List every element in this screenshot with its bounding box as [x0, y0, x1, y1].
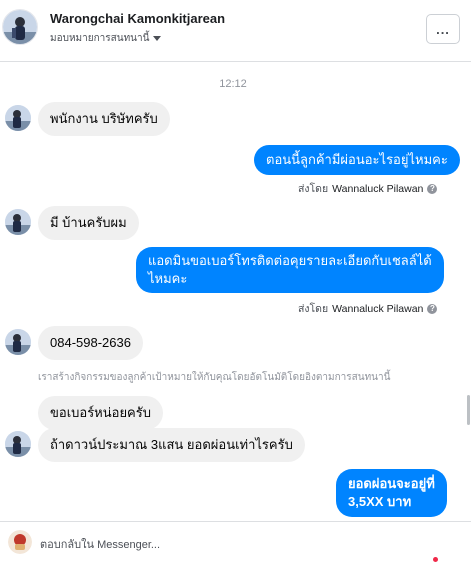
notification-dot — [433, 557, 438, 562]
message-line: ยอดผ่อนจะอยู่ที่ — [348, 476, 435, 491]
incoming-message[interactable]: ขอเบอร์หน่อยครับ — [38, 396, 163, 430]
incoming-message[interactable]: ถ้าดาวน์ประมาณ 3แสน ยอดผ่อนเท่าไรครับ — [38, 428, 305, 462]
caret-down-icon — [153, 36, 162, 41]
system-note: เราสร้างกิจกรรมของลูกค้าเป้าหมายให้กับคุ… — [38, 372, 391, 383]
outgoing-message[interactable]: ยอดผ่อนจะอยู่ที่ 3,5XX บาท — [336, 469, 447, 517]
sent-by-info: ส่งโดย Wannaluck Pilawan ? — [298, 180, 438, 197]
incoming-message[interactable]: 084-598-2636 — [38, 326, 143, 360]
contact-name[interactable]: Warongchai Kamonkitjarean — [50, 11, 225, 26]
assign-conversation-dropdown[interactable]: มอบหมายการสนทนานี้ — [50, 31, 162, 46]
scrollbar-track[interactable] — [466, 62, 471, 514]
message-line: ไหมคะ — [148, 271, 188, 286]
outgoing-message[interactable]: ตอนนี้ลูกค้ามีผ่อนอะไรอยู่ไหมคะ — [254, 145, 460, 175]
assign-label: มอบหมายการสนทนานี้ — [50, 33, 150, 44]
message-line: 3,5XX บาท — [348, 494, 412, 509]
more-options-button[interactable]: ... — [426, 14, 460, 44]
conversation-header: Warongchai Kamonkitjarean มอบหมายการสนทน… — [0, 0, 471, 62]
sent-by-label: ส่งโดย — [298, 303, 329, 315]
reply-composer: ตอบกลับใน Messenger... — [0, 521, 471, 562]
contact-avatar-small — [5, 105, 31, 131]
sent-by-label: ส่งโดย — [298, 183, 329, 195]
reply-input[interactable]: ตอบกลับใน Messenger... — [40, 535, 160, 553]
contact-avatar-small — [5, 329, 31, 355]
page-avatar — [8, 530, 32, 554]
outgoing-message[interactable]: แอดมินขอเบอร์โทรติดต่อคุยรายละเอียดกับเช… — [136, 247, 444, 293]
incoming-message[interactable]: มี บ้านครับผม — [38, 206, 139, 240]
help-icon[interactable]: ? — [427, 183, 438, 194]
message-line: แอดมินขอเบอร์โทรติดต่อคุยรายละเอียดกับเช… — [148, 253, 432, 268]
sent-by-info: ส่งโดย Wannaluck Pilawan ? — [298, 300, 438, 317]
contact-avatar-small — [5, 431, 31, 457]
sender-name: Wannaluck Pilawan — [332, 182, 424, 195]
incoming-message[interactable]: พนักงาน บริษัทครับ — [38, 102, 170, 136]
sender-name: Wannaluck Pilawan — [332, 302, 424, 315]
contact-avatar-small — [5, 209, 31, 235]
help-icon[interactable]: ? — [427, 303, 438, 314]
contact-avatar[interactable] — [2, 9, 38, 45]
scrollbar-thumb[interactable] — [467, 395, 470, 425]
message-timestamp: 12:12 — [219, 78, 247, 90]
